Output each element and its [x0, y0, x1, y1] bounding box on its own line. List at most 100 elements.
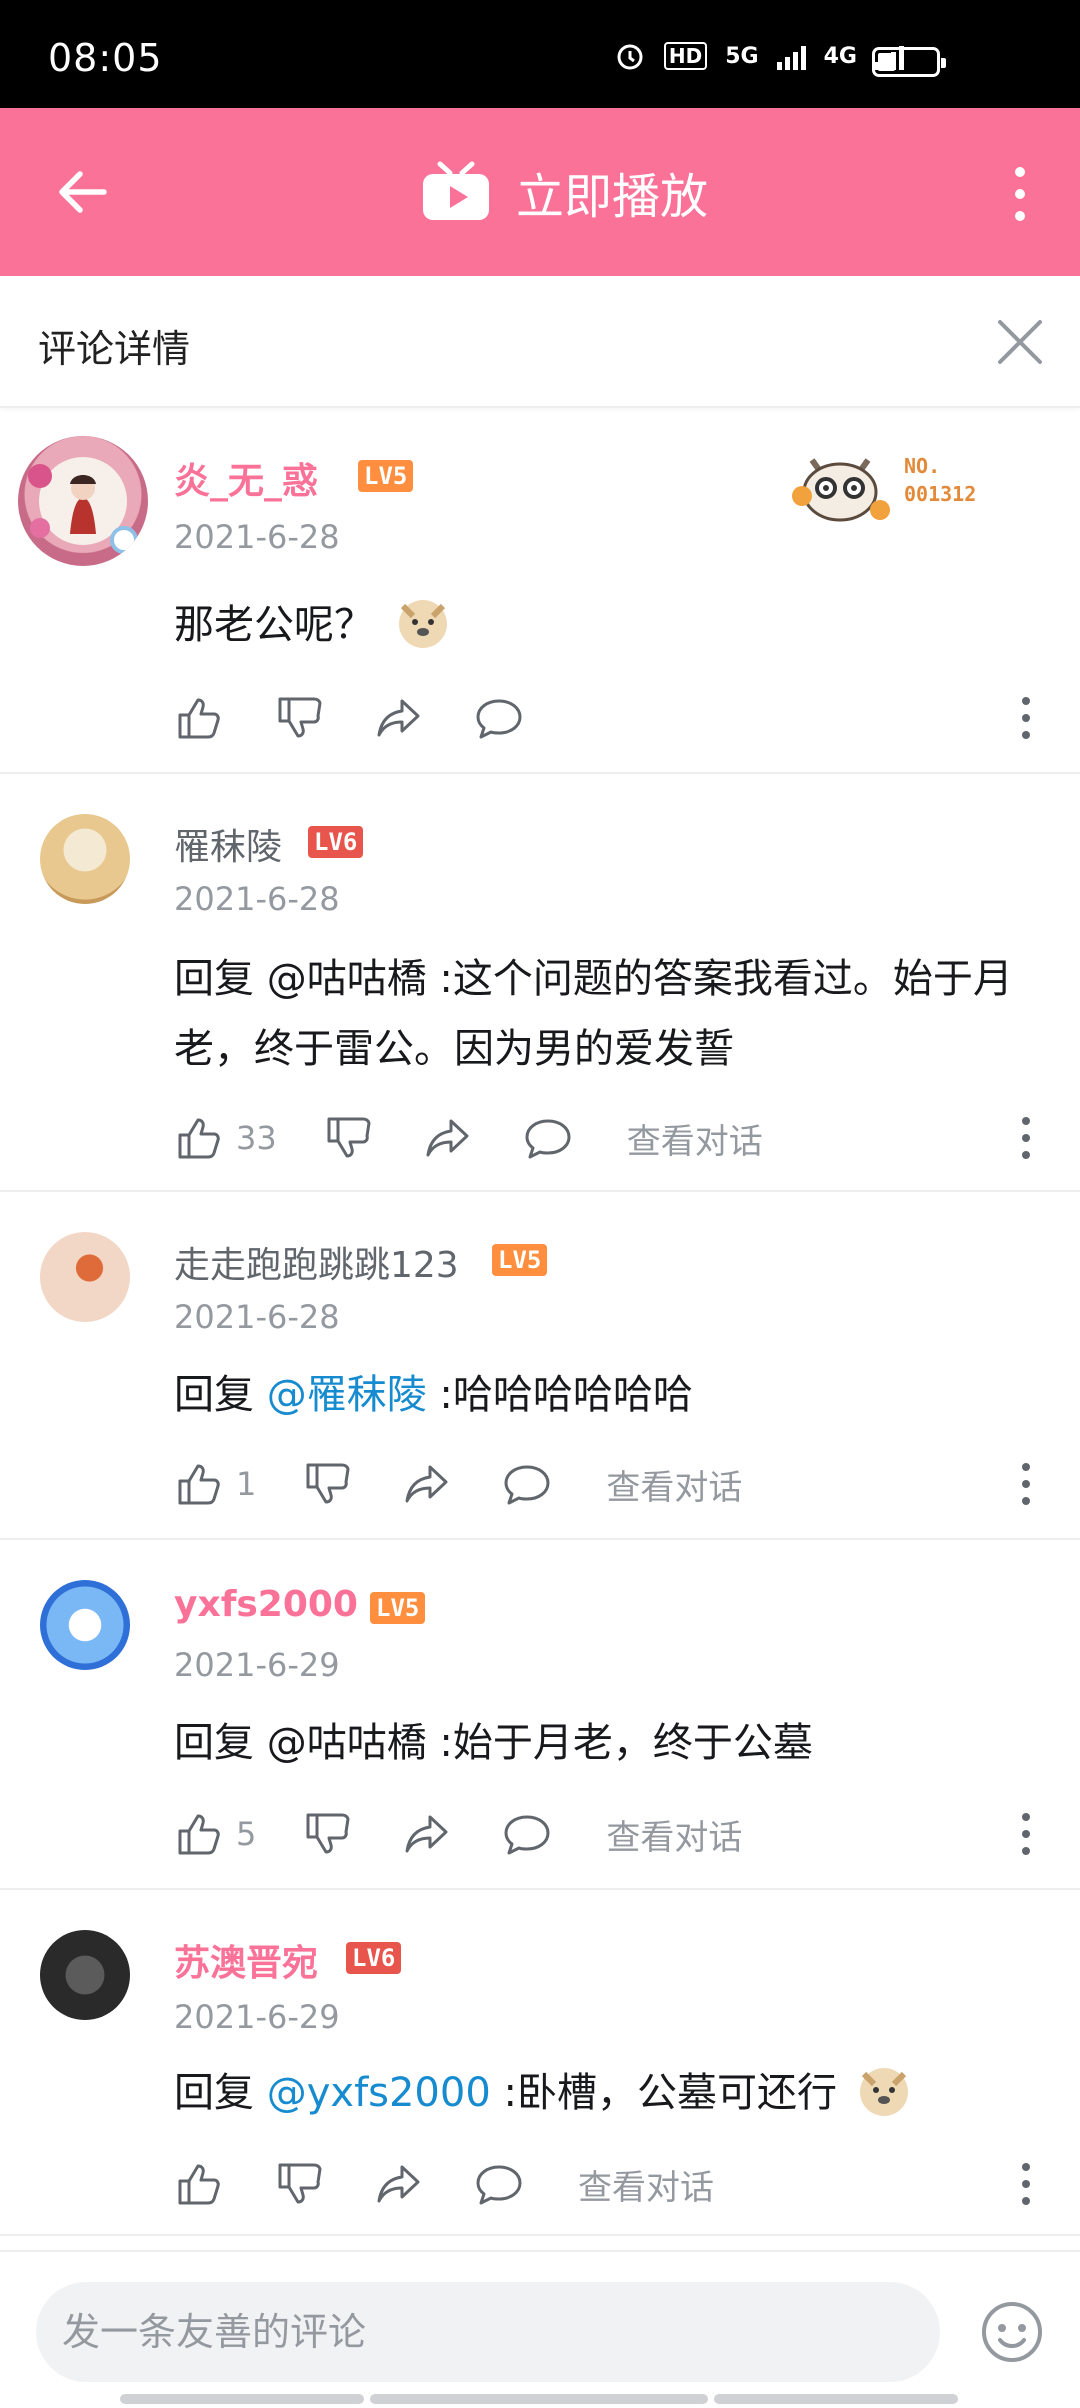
- reply-icon[interactable]: [474, 693, 524, 743]
- dislike-icon[interactable]: [274, 693, 324, 743]
- comment-text: 那老公呢？: [174, 590, 1034, 660]
- comment-date: 2021-6-28: [174, 880, 340, 918]
- level-badge: LV5: [492, 1244, 548, 1276]
- comment-text: 回复 @咕咕橋 :这个问题的答案我看过。始于月老，终于雷公。因为男的爱发誓: [174, 944, 1034, 1084]
- close-icon[interactable]: [994, 316, 1046, 368]
- share-icon[interactable]: [402, 1459, 452, 1509]
- comment-date: 2021-6-28: [174, 518, 340, 556]
- avatar[interactable]: [40, 1580, 130, 1670]
- more-vertical-icon[interactable]: [1020, 696, 1032, 740]
- level-badge: LV5: [370, 1592, 426, 1624]
- view-conversation-link[interactable]: 查看对话: [606, 1460, 742, 1509]
- comment-body: :卧槽，公墓可还行: [490, 2070, 837, 2116]
- comment-date: 2021-6-28: [174, 1298, 340, 1336]
- network-4g-label: 4G: [823, 43, 857, 69]
- fan-badge: NO. 001312: [790, 440, 1000, 530]
- like-icon[interactable]: [174, 2159, 224, 2209]
- panel-title: 评论详情: [38, 327, 191, 371]
- comment-text: 回复 @yxfs2000 :卧槽，公墓可还行: [174, 2058, 1034, 2128]
- battery-level: [878, 53, 895, 71]
- comment-actions: 5 查看对话: [174, 1806, 742, 1862]
- reply-prefix: 回复: [174, 1720, 267, 1766]
- top-bar: 立即播放: [0, 108, 1080, 276]
- username[interactable]: yxfs2000: [174, 1584, 358, 1625]
- reply-icon[interactable]: [523, 1113, 573, 1163]
- back-arrow-icon[interactable]: [54, 164, 110, 220]
- comment-date: 2021-6-29: [174, 1646, 340, 1684]
- comment-body: 那老公呢？: [174, 602, 374, 648]
- avatar[interactable]: [18, 436, 148, 566]
- comment-date: 2021-6-29: [174, 1998, 340, 2036]
- comment-text: 回复 @咕咕橋 :始于月老，终于公墓: [174, 1708, 1034, 1778]
- like-icon[interactable]: [174, 1809, 224, 1859]
- signal-bars-icon: [776, 42, 806, 70]
- comment-detail-header: 评论详情: [0, 276, 1080, 408]
- reply-icon[interactable]: [502, 1809, 552, 1859]
- comment-input[interactable]: 发一条友善的评论: [36, 2282, 940, 2382]
- more-vertical-icon[interactable]: [1020, 1462, 1032, 1506]
- like-icon[interactable]: [174, 693, 224, 743]
- avatar[interactable]: [40, 814, 130, 904]
- view-conversation-link[interactable]: 查看对话: [627, 1114, 763, 1163]
- view-conversation-link[interactable]: 查看对话: [578, 2160, 714, 2209]
- badge-number: 001312: [904, 482, 977, 506]
- level-badge: LV5: [358, 460, 414, 492]
- doge-emoji-icon: [859, 2068, 908, 2116]
- share-icon[interactable]: [374, 693, 424, 743]
- tv-play-icon: [423, 161, 489, 220]
- dislike-icon[interactable]: [274, 2159, 324, 2209]
- mention-link[interactable]: @咕咕橋: [267, 1720, 427, 1766]
- comment-item: 苏澳晋宛 LV6 2021-6-29 回复 @yxfs2000 :卧槽，公墓可还…: [0, 1890, 1080, 2236]
- mention-link[interactable]: @罹秣陵: [267, 1372, 427, 1418]
- reply-icon[interactable]: [502, 1459, 552, 1509]
- comment-actions: [174, 690, 524, 746]
- avatar[interactable]: [40, 1232, 130, 1322]
- level-badge: LV6: [346, 1942, 402, 1974]
- comment-text: 回复 @罹秣陵 :哈哈哈哈哈哈: [174, 1360, 1034, 1430]
- like-count: 1: [236, 1465, 257, 1503]
- more-vertical-icon[interactable]: [1020, 1116, 1032, 1160]
- dislike-icon[interactable]: [302, 1459, 352, 1509]
- username[interactable]: 炎_无_惑: [174, 452, 318, 504]
- username[interactable]: 罹秣陵: [174, 818, 282, 870]
- mention-link[interactable]: @咕咕橋: [267, 956, 427, 1002]
- avatar[interactable]: [40, 1930, 130, 2020]
- comment-actions: 33 查看对话: [174, 1110, 763, 1166]
- more-vertical-icon[interactable]: [1020, 2162, 1032, 2206]
- comment-body: :哈哈哈哈哈哈: [426, 1372, 693, 1418]
- more-vertical-icon[interactable]: [1020, 1812, 1032, 1856]
- dislike-icon[interactable]: [323, 1113, 373, 1163]
- scroll-indicator: [370, 2394, 708, 2404]
- status-bar: 08:05 HD 5G 4G: [0, 0, 1080, 108]
- cat-badge-icon: [792, 458, 890, 522]
- more-vertical-icon[interactable]: [1010, 166, 1030, 222]
- reply-prefix: 回复: [174, 1372, 267, 1418]
- share-icon[interactable]: [374, 2159, 424, 2209]
- view-conversation-link[interactable]: 查看对话: [606, 1810, 742, 1859]
- emoji-icon[interactable]: [980, 2300, 1044, 2364]
- like-icon[interactable]: [174, 1459, 224, 1509]
- scroll-indicator: [120, 2394, 364, 2404]
- avatar-frame-icon: [28, 457, 138, 554]
- level-badge: LV6: [308, 826, 364, 858]
- comment-body: :始于月老，终于公墓: [426, 1720, 813, 1766]
- like-count: 5: [236, 1815, 257, 1853]
- play-now-button[interactable]: 立即播放: [420, 154, 708, 230]
- share-icon[interactable]: [423, 1113, 473, 1163]
- share-icon[interactable]: [402, 1809, 452, 1859]
- hd-indicator: HD: [663, 42, 708, 70]
- reply-icon[interactable]: [474, 2159, 524, 2209]
- comment-actions: 查看对话: [174, 2156, 714, 2212]
- status-time: 08:05: [48, 36, 163, 80]
- username[interactable]: 走走跑跑跳跳123: [174, 1236, 459, 1288]
- mention-link[interactable]: @yxfs2000: [267, 2070, 491, 2116]
- username[interactable]: 苏澳晋宛: [174, 1934, 318, 1986]
- comment-input-bar: 发一条友善的评论: [0, 2250, 1080, 2408]
- reply-prefix: 回复: [174, 956, 267, 1002]
- like-icon[interactable]: [174, 1113, 224, 1163]
- alarm-icon: [617, 44, 643, 70]
- status-icons: HD 5G 4G: [614, 40, 904, 72]
- battery-icon: [872, 47, 946, 77]
- comment-item: yxfs2000 LV5 2021-6-29 回复 @咕咕橋 :始于月老，终于公…: [0, 1540, 1080, 1890]
- dislike-icon[interactable]: [302, 1809, 352, 1859]
